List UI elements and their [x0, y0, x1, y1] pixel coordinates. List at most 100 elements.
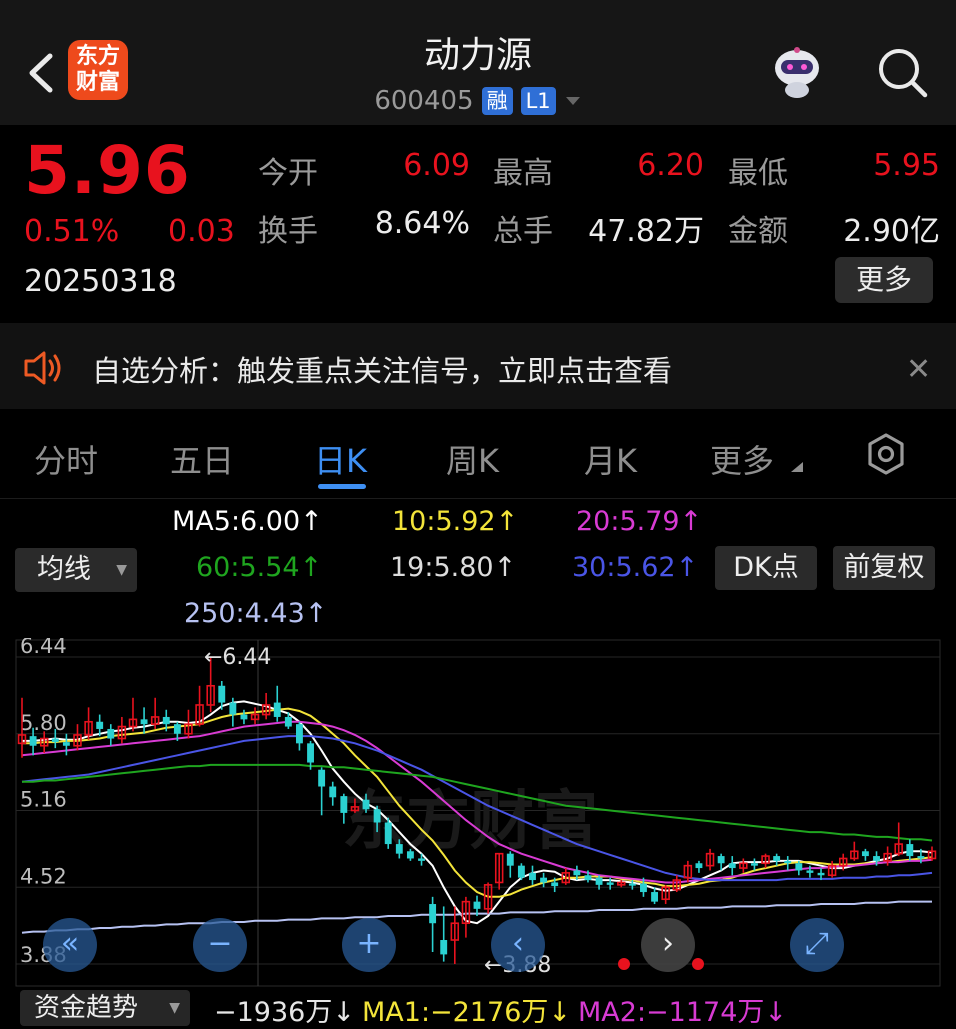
- ma5-value: MA5:6.00↑: [172, 506, 323, 537]
- change-amount: 0.03: [168, 214, 235, 249]
- candle-body: [29, 736, 37, 746]
- candle-body: [384, 822, 392, 845]
- candle-body: [917, 856, 925, 859]
- line-type-select[interactable]: 均线 ▼: [15, 548, 137, 592]
- candle-body: [406, 851, 414, 859]
- candle-body: [773, 856, 781, 861]
- open-label: 今开: [258, 156, 318, 191]
- quote-date: 20250318: [24, 264, 177, 299]
- candle-body: [295, 724, 303, 744]
- gear-icon[interactable]: [864, 432, 908, 476]
- turnover-label: 换手: [258, 214, 318, 249]
- candle-body: [140, 719, 148, 725]
- signal-dot: [618, 958, 630, 970]
- tab-daily-k[interactable]: 日K: [314, 436, 367, 482]
- candle-body: [584, 875, 592, 881]
- y-tick-label: 5.80: [20, 711, 67, 735]
- open-value: 6.09: [403, 148, 470, 183]
- amount-value: 2.90亿: [843, 214, 940, 249]
- volume-label: 总手: [493, 214, 553, 249]
- high-label: 最高: [493, 156, 553, 191]
- more-quote-button[interactable]: 更多: [835, 257, 933, 303]
- candle-body: [517, 865, 525, 878]
- speaker-icon: [24, 351, 61, 385]
- line-type-label: 均线: [37, 554, 91, 585]
- indicator-value: −1936万↓: [214, 997, 355, 1028]
- ma60-value: 60:5.54↑: [196, 552, 323, 583]
- candle-body: [640, 883, 647, 893]
- candle-body: [218, 685, 226, 703]
- indicator-label: 资金趋势: [34, 993, 139, 1023]
- candle-body: [873, 856, 880, 861]
- search-icon[interactable]: [874, 44, 930, 100]
- candle-body: [540, 877, 548, 883]
- close-icon[interactable]: ✕: [906, 352, 931, 387]
- candle-body: [861, 851, 869, 857]
- dropdown-triangle-icon: ▼: [116, 562, 127, 578]
- low-label: 最低: [728, 156, 788, 191]
- next-button[interactable]: ›: [641, 918, 695, 972]
- candle-body: [51, 738, 59, 743]
- zoom-in-button[interactable]: +: [342, 918, 396, 972]
- candle-body: [62, 742, 70, 746]
- candle-body: [606, 882, 614, 885]
- dk-point-label: DK点: [733, 552, 799, 583]
- candle-body: [173, 724, 181, 734]
- turnover-value: 8.64%: [374, 206, 470, 241]
- max-price-label: ←6.44: [204, 645, 271, 670]
- candle-body: [395, 844, 403, 854]
- prev-button[interactable]: ‹: [491, 918, 545, 972]
- rewind-button[interactable]: «: [43, 918, 97, 972]
- candle-body: [307, 743, 314, 763]
- change-percent: 0.51%: [24, 214, 120, 249]
- indicator-ma2: MA2:−1174万↓: [578, 997, 787, 1028]
- y-tick-label: 5.16: [20, 788, 67, 812]
- active-tab-indicator: [318, 484, 366, 489]
- candle-body: [529, 872, 536, 881]
- candle-body: [595, 877, 603, 885]
- tab-five-day[interactable]: 五日: [170, 436, 234, 482]
- tab-more[interactable]: 更多: [710, 436, 774, 482]
- candle-body: [806, 870, 814, 873]
- candle-body: [284, 716, 292, 727]
- candle-body: [795, 863, 803, 871]
- tab-monthly-k[interactable]: 月K: [584, 436, 637, 482]
- dk-point-button[interactable]: DK点: [715, 546, 817, 590]
- candle-body: [728, 863, 736, 869]
- robot-assistant-icon[interactable]: [764, 44, 830, 100]
- ma10-value: 10:5.92↑: [392, 506, 519, 537]
- ma19-value: 19:5.80↑: [390, 552, 517, 583]
- ma20-value: 20:5.79↑: [576, 506, 703, 537]
- candle-body: [573, 870, 581, 876]
- candle-body: [750, 863, 758, 866]
- stock-code: 600405: [374, 86, 474, 116]
- candle-body: [273, 702, 281, 717]
- candle-body: [651, 892, 659, 902]
- candle-body: [373, 809, 381, 823]
- candle-body: [717, 856, 725, 864]
- zoom-out-button[interactable]: −: [193, 918, 247, 972]
- amount-label: 金额: [728, 214, 788, 249]
- adjust-mode-button[interactable]: 前复权: [833, 546, 935, 590]
- banner-text[interactable]: 自选分析：触发重点关注信号，立即点击查看: [92, 348, 672, 390]
- y-tick-label: 4.52: [20, 864, 67, 888]
- candle-body: [240, 714, 248, 720]
- dropdown-triangle-icon: [565, 97, 580, 105]
- indicator-select[interactable]: 资金趋势 ▼: [20, 990, 190, 1026]
- y-tick-labels: 6.445.805.164.523.88: [20, 638, 67, 967]
- candle-body: [318, 769, 326, 787]
- candle-body: [695, 863, 703, 869]
- candle-body: [628, 883, 636, 886]
- candle-body: [784, 860, 792, 864]
- tab-intraday[interactable]: 分时: [34, 436, 98, 482]
- dropdown-triangle-icon: ▼: [169, 1000, 180, 1016]
- candle-body: [440, 940, 448, 955]
- fullscreen-button[interactable]: ⤢: [790, 918, 844, 972]
- candle-body: [429, 904, 437, 924]
- ma30-value: 30:5.62↑: [572, 552, 699, 583]
- last-price: 5.96: [24, 132, 191, 209]
- candle-body: [817, 872, 825, 876]
- candle-body: [506, 853, 514, 866]
- tab-weekly-k[interactable]: 周K: [446, 436, 499, 482]
- candle-body: [906, 844, 914, 857]
